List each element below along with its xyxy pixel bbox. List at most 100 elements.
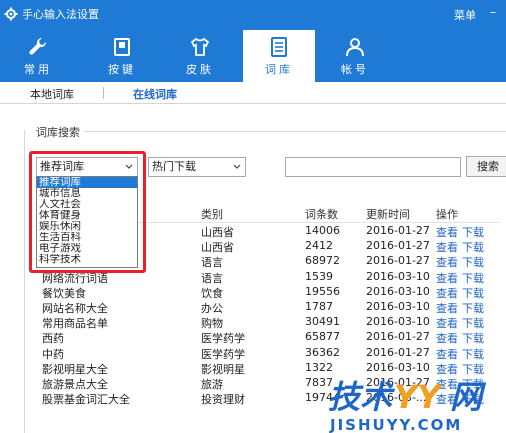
category-cell: 购物 <box>201 317 223 331</box>
view-link[interactable]: 查看 <box>436 224 458 240</box>
entry-count-cell: 30491 <box>305 315 340 329</box>
menu-button[interactable]: 菜单 <box>454 7 476 23</box>
watermark-logo: 技术 YY 网 JISHUYY.COM <box>328 378 487 433</box>
dictionary-name-cell: 餐饮美食 <box>42 286 86 300</box>
title-bar: 手心输入法设置 菜单 – <box>0 0 506 28</box>
category-cell: 饮食 <box>201 286 223 300</box>
tab-label: 按键 <box>108 63 136 76</box>
download-link[interactable]: 下载 <box>462 330 484 346</box>
category-cell: 影视明星 <box>201 362 245 376</box>
column-header-action: 操作 <box>436 208 458 221</box>
sub-tab-bar: 本地词库 在线词库 <box>0 82 506 104</box>
keyboard-icon <box>114 38 130 56</box>
shirt-icon <box>190 37 210 56</box>
svg-text:YY: YY <box>394 378 443 416</box>
column-header-category: 类别 <box>201 208 223 221</box>
dictionary-name-cell: 常用商品名单 <box>42 317 108 331</box>
table-row: 中药 医学药学 36362 2016-01-27 查看 下载 <box>0 346 506 361</box>
download-link[interactable]: 下载 <box>462 285 484 301</box>
entry-count-cell: 1322 <box>305 360 333 374</box>
download-link[interactable]: 下载 <box>462 300 484 316</box>
category-cell: 语言 <box>201 256 223 270</box>
tab-label: 皮肤 <box>186 63 214 76</box>
tab-keys[interactable]: 按键 <box>90 30 154 82</box>
entry-count-cell: 1787 <box>305 300 333 313</box>
svg-text:JISHUYY.COM: JISHUYY.COM <box>329 416 462 433</box>
entry-count-cell: 14006 <box>305 224 340 237</box>
view-link[interactable]: 查看 <box>436 254 458 270</box>
update-time-cell: 2016-01-27 <box>366 330 430 344</box>
highlight-annotation <box>29 151 146 273</box>
tab-label: 帐号 <box>341 63 369 76</box>
search-button[interactable]: 搜索 <box>466 156 506 177</box>
download-link[interactable]: 下载 <box>462 239 484 255</box>
column-header-count: 词条数 <box>305 208 338 221</box>
entry-count-cell: 36362 <box>305 345 340 359</box>
dictionary-name-cell: 网站名称大全 <box>42 302 108 315</box>
update-time-cell: 2016-03-10 <box>366 284 430 298</box>
update-time-cell: 2016-01-27 <box>366 254 430 268</box>
download-link[interactable]: 下载 <box>462 315 484 331</box>
update-time-cell: 2016-03-10 <box>366 300 430 313</box>
main-tab-bar: 常用 按键 皮肤 词库 帐号 <box>0 28 506 82</box>
table-row: 网站名称大全 办公 1787 2016-03-10 查看 下载 <box>0 300 506 315</box>
entry-count-cell: 68972 <box>305 254 340 268</box>
tab-common[interactable]: 常用 <box>6 30 70 82</box>
svg-text:网: 网 <box>450 378 487 416</box>
category-cell: 医学药学 <box>201 332 245 346</box>
category-cell: 语言 <box>201 271 223 285</box>
download-link[interactable]: 下载 <box>462 346 484 362</box>
search-group-label: 词库搜索 <box>36 126 80 139</box>
tab-dictionary[interactable]: 词库 <box>243 30 315 82</box>
category-cell: 山西省 <box>201 226 234 239</box>
download-link[interactable]: 下载 <box>462 254 484 270</box>
category-cell: 医学药学 <box>201 347 245 361</box>
entry-count-cell: 2412 <box>305 239 333 253</box>
dictionary-icon <box>271 37 287 57</box>
subtab-local-dictionary[interactable]: 本地词库 <box>30 86 74 102</box>
entry-count-cell: 19556 <box>305 284 340 298</box>
update-time-cell: 2016-03-10 <box>366 269 430 283</box>
table-row: 西药 医学药学 65877 2016-01-27 查看 下载 <box>0 330 506 345</box>
wrench-icon <box>29 37 47 55</box>
download-link[interactable]: 下载 <box>462 270 484 286</box>
window-title: 手心输入法设置 <box>22 8 99 21</box>
view-link[interactable]: 查看 <box>436 239 458 255</box>
update-time-cell: 2016-01-27 <box>366 345 430 359</box>
table-row: 常用商品名单 购物 30491 2016-03-10 查看 下载 <box>0 315 506 330</box>
gear-icon <box>4 7 18 21</box>
dictionary-name-cell: 影视明星大全 <box>42 362 108 376</box>
category-cell: 山西省 <box>201 241 234 255</box>
subtab-online-dictionary[interactable]: 在线词库 <box>133 86 177 102</box>
download-link[interactable]: 下载 <box>462 224 484 240</box>
update-time-cell: 2016-03-10 <box>366 360 430 374</box>
minimize-button[interactable]: – <box>486 6 500 20</box>
tab-account[interactable]: 帐号 <box>323 30 387 82</box>
view-link[interactable]: 查看 <box>436 330 458 346</box>
update-time-cell: 2016-01-27 <box>366 224 430 237</box>
column-header-updated: 更新时间 <box>366 208 410 221</box>
sort-select[interactable]: 热门下载 <box>148 157 246 177</box>
view-link[interactable]: 查看 <box>436 315 458 331</box>
dictionary-name-cell: 股票基金词汇大全 <box>42 393 130 407</box>
sort-select-value: 热门下载 <box>152 160 196 173</box>
entry-count-cell: 65877 <box>305 330 340 344</box>
tab-label: 词库 <box>265 63 293 76</box>
category-cell: 办公 <box>201 302 223 315</box>
update-time-cell: 2016-03-10 <box>366 315 430 329</box>
svg-text:技术: 技术 <box>328 378 396 416</box>
search-input[interactable] <box>285 157 461 177</box>
group-divider <box>84 131 506 132</box>
chevron-down-icon <box>233 164 241 169</box>
tab-label: 常用 <box>24 63 52 76</box>
subtab-divider <box>103 87 104 99</box>
dictionary-name-cell: 旅游景点大全 <box>42 378 108 391</box>
tab-skin[interactable]: 皮肤 <box>168 30 232 82</box>
view-link[interactable]: 查看 <box>436 346 458 362</box>
table-row: 餐饮美食 饮食 19556 2016-03-10 查看 下载 <box>0 285 506 300</box>
view-link[interactable]: 查看 <box>436 285 458 301</box>
user-icon <box>346 38 364 57</box>
category-cell: 旅游 <box>201 378 223 391</box>
view-link[interactable]: 查看 <box>436 300 458 316</box>
view-link[interactable]: 查看 <box>436 270 458 286</box>
